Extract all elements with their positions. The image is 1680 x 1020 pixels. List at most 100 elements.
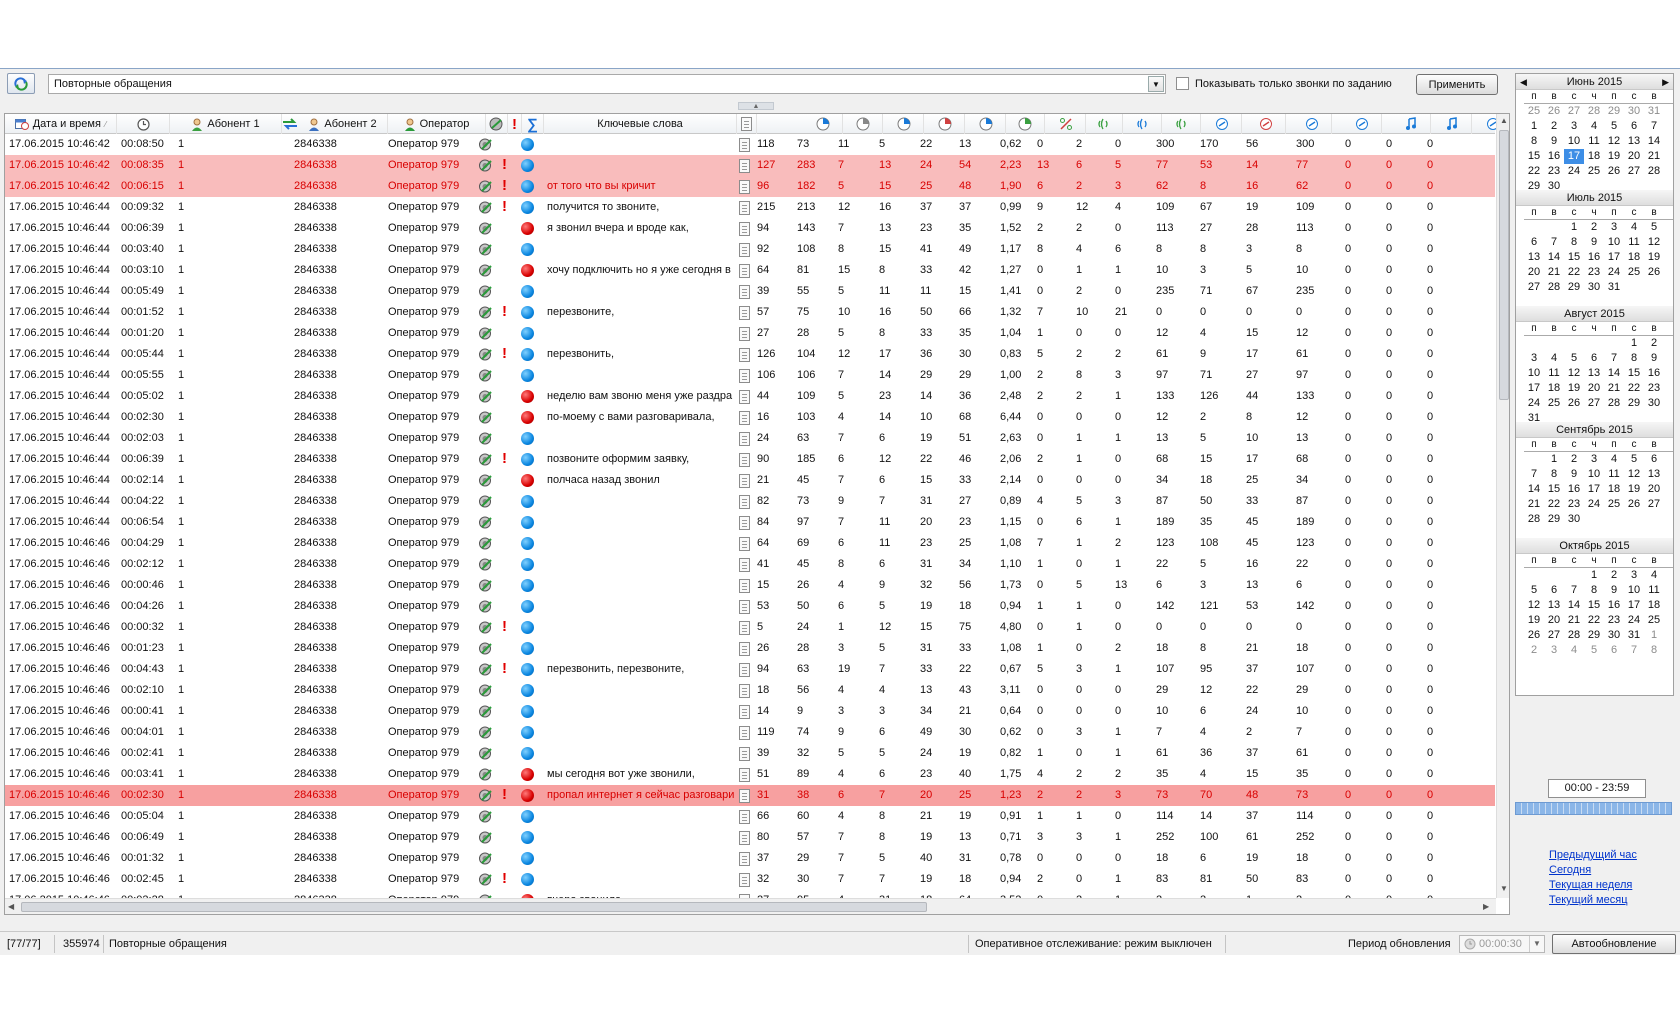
calendar-day[interactable]: 17 <box>1604 250 1624 265</box>
table-row[interactable]: 17.06.2015 10:46:44 00:02:30 1 2846338 Опера… <box>5 407 1495 428</box>
table-row[interactable]: 17.06.2015 10:46:42 00:06:15 1 2846338 Опера… <box>5 176 1495 197</box>
calendar-day[interactable]: 7 <box>1524 467 1544 482</box>
col-metric-9[interactable] <box>1122 114 1162 134</box>
calendar-day[interactable]: 7 <box>1604 351 1624 366</box>
calendar-day[interactable]: 5 <box>1564 351 1584 366</box>
col-metric-2[interactable] <box>843 114 883 134</box>
document-icon[interactable] <box>739 180 750 194</box>
col-metric-15[interactable] <box>1391 114 1431 134</box>
calendar-day[interactable]: 15 <box>1624 366 1644 381</box>
calendar-day[interactable]: 27 <box>1584 396 1604 411</box>
calendar-day[interactable]: 1 <box>1544 452 1564 467</box>
calendar-day[interactable]: 31 <box>1624 628 1644 643</box>
document-icon[interactable] <box>739 432 750 446</box>
query-select[interactable]: Повторные обращения ▼ <box>48 74 1166 94</box>
calendar-day[interactable]: 13 <box>1544 598 1564 613</box>
calendar-day[interactable]: 4 <box>1604 452 1624 467</box>
calendar-day[interactable]: 19 <box>1604 149 1624 164</box>
document-icon[interactable] <box>739 243 750 257</box>
prev-month-icon[interactable]: ◀ <box>1520 74 1527 90</box>
document-icon[interactable] <box>739 306 750 320</box>
table-row[interactable]: 17.06.2015 10:46:44 00:05:49 1 2846338 Опера… <box>5 281 1495 302</box>
calendar-day[interactable]: 21 <box>1604 381 1624 396</box>
document-icon[interactable] <box>739 852 750 866</box>
link-previous-hour[interactable]: Предыдущий час <box>1549 848 1637 863</box>
calendar-day[interactable]: 4 <box>1544 351 1564 366</box>
table-row[interactable]: 17.06.2015 10:46:46 00:02:28 1 2846338 Опера… <box>5 890 1495 898</box>
calendar-day[interactable]: 25 <box>1544 396 1564 411</box>
calendar-day[interactable]: 25 <box>1584 164 1604 179</box>
document-icon[interactable] <box>739 264 750 278</box>
calendar-day[interactable]: 3 <box>1544 643 1564 658</box>
calendar-day[interactable]: 8 <box>1564 235 1584 250</box>
dropdown-arrow-icon[interactable]: ▼ <box>1529 936 1544 952</box>
calendar-day[interactable]: 2 <box>1584 220 1604 235</box>
calendar-day[interactable]: 13 <box>1584 366 1604 381</box>
calendar-day[interactable]: 16 <box>1544 149 1564 164</box>
table-row[interactable]: 17.06.2015 10:46:46 00:02:45 1 2846338 Опера… <box>5 869 1495 890</box>
table-row[interactable]: 17.06.2015 10:46:46 00:00:46 1 2846338 Опера… <box>5 575 1495 596</box>
scroll-left-icon[interactable]: ◀ <box>8 902 14 911</box>
calendar-day[interactable]: 20 <box>1544 613 1564 628</box>
calendar-day[interactable]: 16 <box>1564 482 1584 497</box>
document-icon[interactable] <box>739 369 750 383</box>
calendar-day[interactable]: 10 <box>1584 467 1604 482</box>
horizontal-scrollbar[interactable]: ◀ ▶ <box>5 898 1496 914</box>
table-row[interactable]: 17.06.2015 10:46:44 00:03:10 1 2846338 Опера… <box>5 260 1495 281</box>
calendar-day[interactable]: 29 <box>1624 396 1644 411</box>
calendar-day[interactable]: 26 <box>1524 628 1544 643</box>
calendar-day[interactable]: 23 <box>1644 381 1664 396</box>
calendar-day[interactable]: 19 <box>1524 613 1544 628</box>
document-icon[interactable] <box>739 600 750 614</box>
calendar-day[interactable]: 5 <box>1524 583 1544 598</box>
calendar-day[interactable]: 2 <box>1644 336 1664 351</box>
calendar-day[interactable]: 9 <box>1644 351 1664 366</box>
calendar-day[interactable]: 10 <box>1564 134 1584 149</box>
calendar-day[interactable]: 2 <box>1544 119 1564 134</box>
calendar-day[interactable]: 31 <box>1644 104 1664 119</box>
calendar-day[interactable]: 28 <box>1604 396 1624 411</box>
table-row[interactable]: 17.06.2015 10:46:46 00:02:30 1 2846338 Опера… <box>5 785 1495 806</box>
calendar-day[interactable]: 21 <box>1644 149 1664 164</box>
calendar-day[interactable]: 5 <box>1644 220 1664 235</box>
calendar-day[interactable]: 20 <box>1644 482 1664 497</box>
calendar-day[interactable]: 12 <box>1564 366 1584 381</box>
col-metric-6[interactable] <box>1005 114 1045 134</box>
table-row[interactable]: 17.06.2015 10:46:44 00:02:03 1 2846338 Опера… <box>5 428 1495 449</box>
calendar-day[interactable]: 17 <box>1524 381 1544 396</box>
calendar-day[interactable]: 22 <box>1524 164 1544 179</box>
link-today[interactable]: Сегодня <box>1549 863 1637 878</box>
col-metric-10[interactable] <box>1161 114 1201 134</box>
calendar-day[interactable]: 12 <box>1524 598 1544 613</box>
calendar-day[interactable]: 16 <box>1644 366 1664 381</box>
calendar-day[interactable]: 25 <box>1644 613 1664 628</box>
calendar-day[interactable]: 8 <box>1624 351 1644 366</box>
calendar-day[interactable]: 15 <box>1584 598 1604 613</box>
calendar-day[interactable]: 12 <box>1604 134 1624 149</box>
calendar-day[interactable]: 4 <box>1584 119 1604 134</box>
table-row[interactable]: 17.06.2015 10:46:44 00:06:39 1 2846338 Опера… <box>5 449 1495 470</box>
calendar-day[interactable]: 2 <box>1524 643 1544 658</box>
calendar-day[interactable]: 21 <box>1524 497 1544 512</box>
calendar-day[interactable]: 21 <box>1544 265 1564 280</box>
calendar-day[interactable]: 4 <box>1564 643 1584 658</box>
table-row[interactable]: 17.06.2015 10:46:44 00:05:44 1 2846338 Опера… <box>5 344 1495 365</box>
vertical-scrollbar[interactable]: ▲ ▼ <box>1496 114 1509 898</box>
col-metric-14[interactable] <box>1342 114 1382 134</box>
table-row[interactable]: 17.06.2015 10:46:46 00:04:01 1 2846338 Опера… <box>5 722 1495 743</box>
period-select[interactable]: 00:00:30 ▼ <box>1459 935 1545 953</box>
document-icon[interactable] <box>739 222 750 236</box>
calendar-day[interactable]: 17 <box>1624 598 1644 613</box>
calendar-day[interactable]: 15 <box>1524 149 1544 164</box>
calendar-day[interactable]: 19 <box>1564 381 1584 396</box>
document-icon[interactable] <box>739 411 750 425</box>
scroll-right-icon[interactable]: ▶ <box>1483 902 1489 911</box>
table-row[interactable]: 17.06.2015 10:46:46 00:01:23 1 2846338 Опера… <box>5 638 1495 659</box>
calendar-day[interactable]: 8 <box>1584 583 1604 598</box>
table-row[interactable]: 17.06.2015 10:46:46 00:04:26 1 2846338 Опера… <box>5 596 1495 617</box>
calendar-day[interactable]: 10 <box>1604 235 1624 250</box>
col-metric-16[interactable] <box>1432 114 1472 134</box>
calendar-day[interactable]: 23 <box>1604 613 1624 628</box>
table-row[interactable]: 17.06.2015 10:46:46 00:02:12 1 2846338 Опера… <box>5 554 1495 575</box>
col-metric-3[interactable] <box>884 114 924 134</box>
